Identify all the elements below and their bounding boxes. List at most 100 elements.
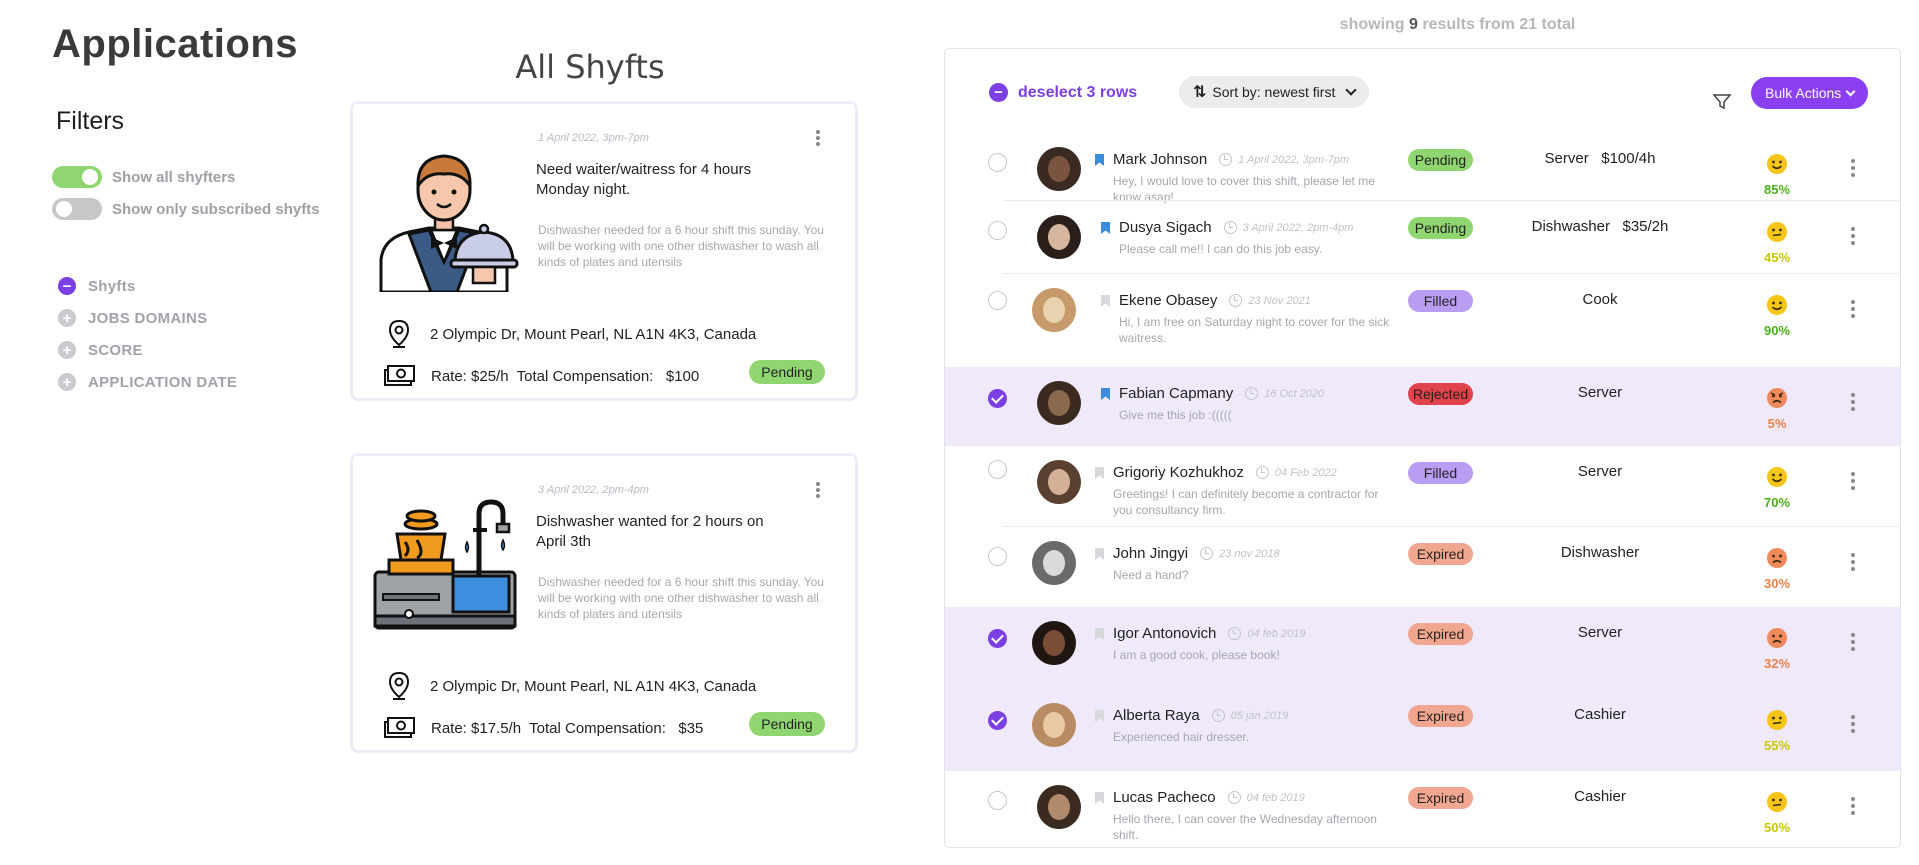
shyft-card[interactable]: 1 April 2022, 3pm-7pm Need waiter/waitre…	[350, 101, 858, 401]
sad-face-icon	[1767, 628, 1787, 648]
plus-circle-icon[interactable]: +	[58, 309, 76, 327]
applicant-row[interactable]: Igor Antonovich 04 feb 2019 I am a good …	[945, 607, 1900, 689]
more-options-icon[interactable]	[1850, 797, 1856, 815]
toggle-switch[interactable]	[52, 166, 102, 188]
shyft-card[interactable]: 3 April 2022, 2pm-4pm Dishwasher wanted …	[350, 453, 858, 753]
avatar	[1032, 621, 1076, 665]
more-options-icon[interactable]	[813, 480, 823, 500]
angry-face-icon	[1767, 388, 1787, 408]
applicant-row[interactable]: John Jingyi 23 nov 2018 Need a hand? Exp…	[945, 527, 1900, 607]
clock-icon	[1228, 627, 1242, 640]
applicant-name[interactable]: Igor Antonovich	[1113, 625, 1216, 642]
avatar	[1037, 460, 1081, 504]
clock-icon	[1211, 709, 1225, 722]
row-checkbox[interactable]	[988, 221, 1007, 240]
filter-nav-application-date[interactable]: + APPLICATION DATE	[58, 366, 237, 398]
applicant-row[interactable]: Lucas Pacheco 04 feb 2019 Hello there, I…	[945, 771, 1900, 847]
avatar	[1037, 785, 1081, 829]
applicant-row[interactable]: Fabian Capmany 16 Oct 2020 Give me this …	[945, 367, 1900, 446]
avatar	[1032, 541, 1076, 585]
bookmark-icon[interactable]	[1095, 467, 1104, 479]
applicant-message: Hello there, I can cover the Wednesday a…	[1113, 812, 1377, 842]
toggle-label: Show only subscribed shyfts	[112, 200, 320, 218]
avatar	[1037, 381, 1081, 425]
shyft-description: Dishwasher needed for a 6 hour shift thi…	[538, 575, 824, 621]
bulk-actions-label: Bulk Actions	[1765, 85, 1842, 101]
toggle-show-subscribed-shyfts[interactable]: Show only subscribed shyfts	[52, 198, 320, 220]
toggle-show-all-shyfters[interactable]: Show all shyfters	[52, 166, 235, 188]
row-checkbox[interactable]	[988, 629, 1007, 648]
more-options-icon[interactable]	[1850, 227, 1856, 245]
applicant-name[interactable]: Grigoriy Kozhukhoz	[1113, 464, 1244, 481]
more-options-icon[interactable]	[813, 128, 823, 148]
applicant-row[interactable]: Dusya Sigach 3 April 2022, 2pm-4pm Pleas…	[945, 201, 1900, 274]
sort-dropdown[interactable]: ⇅ Sort by: newest first	[1179, 76, 1370, 108]
more-options-icon[interactable]	[1850, 300, 1856, 318]
filter-nav-label: JOBS DOMAINS	[88, 309, 208, 327]
applicant-name[interactable]: Fabian Capmany	[1119, 385, 1233, 402]
applicant-score: 30%	[1763, 576, 1791, 591]
bookmark-icon[interactable]	[1095, 710, 1104, 722]
applicant-row[interactable]: Ekene Obasey 23 Nov 2021 Hi, I am free o…	[945, 274, 1900, 367]
applicant-name[interactable]: Mark Johnson	[1113, 151, 1207, 168]
row-checkbox[interactable]	[988, 791, 1007, 810]
status-badge: Expired	[1408, 705, 1473, 727]
bookmark-icon[interactable]	[1101, 222, 1110, 234]
applicant-role: Server $100/4h	[1544, 150, 1656, 167]
filter-nav-score[interactable]: + SCORE	[58, 334, 237, 366]
applicant-name[interactable]: Lucas Pacheco	[1113, 789, 1216, 806]
filter-nav-jobs-domains[interactable]: + JOBS DOMAINS	[58, 302, 237, 334]
applicant-message: Please call me!! I can do this job easy.	[1119, 242, 1323, 256]
row-checkbox[interactable]	[988, 711, 1007, 730]
more-options-icon[interactable]	[1850, 553, 1856, 571]
clock-icon	[1245, 387, 1259, 400]
applicant-name[interactable]: Dusya Sigach	[1119, 219, 1212, 236]
applicant-name[interactable]: Alberta Raya	[1113, 707, 1200, 724]
more-options-icon[interactable]	[1850, 472, 1856, 490]
applicant-row[interactable]: Mark Johnson 1 April 2022, 3pm-7pm Hey, …	[945, 133, 1900, 204]
location-pin-icon	[388, 319, 410, 348]
shyft-address: 2 Olympic Dr, Mount Pearl, NL A1N 4K3, C…	[430, 678, 757, 695]
applicant-row[interactable]: Alberta Raya 05 jan 2019 Experienced hai…	[945, 689, 1900, 771]
clock-icon	[1223, 221, 1237, 234]
bookmark-icon[interactable]	[1095, 628, 1104, 640]
deselect-rows-button[interactable]: − deselect 3 rows	[989, 83, 1137, 102]
minus-circle-icon[interactable]: −	[58, 277, 76, 295]
row-checkbox[interactable]	[988, 547, 1007, 566]
bookmark-icon[interactable]	[1095, 792, 1104, 804]
filter-nav-shyfts[interactable]: − Shyfts	[58, 270, 237, 302]
plus-circle-icon[interactable]: +	[58, 373, 76, 391]
applicant-role: Dishwasher $35/2h	[1531, 218, 1669, 235]
bulk-actions-button[interactable]: Bulk Actions	[1751, 77, 1869, 109]
bookmark-icon[interactable]	[1095, 154, 1104, 166]
clock-icon	[1219, 153, 1233, 166]
shyft-title: Dishwasher wanted for 2 hours on April 3…	[536, 513, 764, 550]
more-options-icon[interactable]	[1850, 633, 1856, 651]
applicant-name[interactable]: Ekene Obasey	[1119, 292, 1217, 309]
applicant-role: Dishwasher	[1560, 544, 1640, 561]
applicant-score: 70%	[1763, 495, 1791, 510]
clock-icon	[1227, 791, 1241, 804]
more-options-icon[interactable]	[1850, 393, 1856, 411]
applicant-row[interactable]: Grigoriy Kozhukhoz 04 Feb 2022 Greetings…	[945, 446, 1900, 527]
bookmark-icon[interactable]	[1101, 388, 1110, 400]
applicant-score: 50%	[1763, 820, 1791, 835]
applicant-role: Cashier	[1574, 706, 1626, 723]
filter-icon[interactable]	[1712, 91, 1732, 111]
applicant-date: 23 Nov 2021	[1248, 295, 1311, 307]
row-checkbox[interactable]	[988, 460, 1007, 479]
row-checkbox[interactable]	[988, 389, 1007, 408]
applicant-name[interactable]: John Jingyi	[1113, 545, 1188, 562]
status-badge: Pending	[1408, 149, 1473, 171]
plus-circle-icon[interactable]: +	[58, 341, 76, 359]
more-options-icon[interactable]	[1850, 715, 1856, 733]
bookmark-icon[interactable]	[1095, 548, 1104, 560]
filter-nav-label: APPLICATION DATE	[88, 373, 238, 391]
bookmark-icon[interactable]	[1101, 295, 1110, 307]
more-options-icon[interactable]	[1850, 159, 1856, 177]
applicant-role: Cook	[1582, 291, 1618, 308]
row-checkbox[interactable]	[988, 291, 1007, 310]
toggle-switch[interactable]	[52, 198, 102, 220]
row-checkbox[interactable]	[988, 153, 1007, 172]
minus-circle-icon[interactable]: −	[989, 83, 1008, 102]
